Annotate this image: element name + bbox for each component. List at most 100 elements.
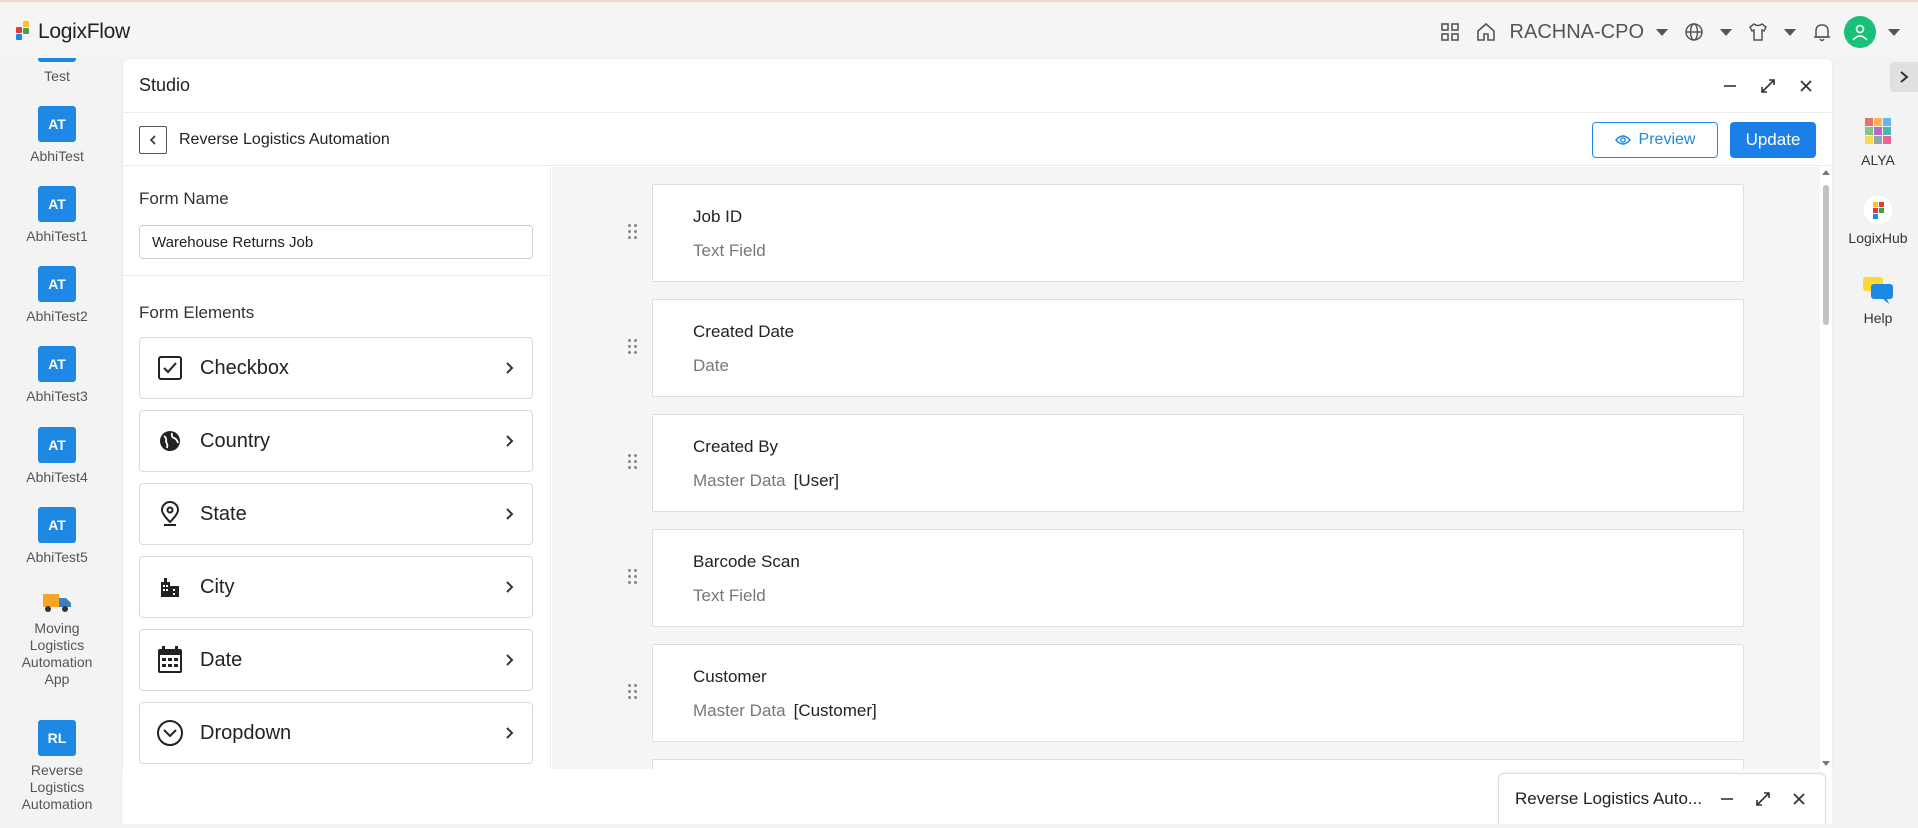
- rail-item-alya[interactable]: ALYA: [1838, 114, 1918, 168]
- field-title: Created By: [693, 437, 779, 456]
- location-pin-icon: [156, 500, 184, 528]
- eye-icon: [1614, 134, 1631, 145]
- chat-bubbles-icon: [1838, 274, 1918, 306]
- close-icon[interactable]: [1796, 76, 1816, 96]
- drag-handle-icon[interactable]: [628, 684, 640, 700]
- calendar-icon: [156, 646, 184, 674]
- rail-badge: AT: [38, 266, 76, 302]
- rail-item-abhitest2[interactable]: AT AbhiTest2: [0, 266, 114, 325]
- tenant-caret-icon[interactable]: [1656, 28, 1668, 36]
- user-avatar[interactable]: [1844, 16, 1876, 48]
- minimized-window-tab[interactable]: Reverse Logistics Auto...: [1498, 773, 1826, 824]
- preview-button[interactable]: Preview: [1592, 121, 1718, 158]
- drag-handle-icon[interactable]: [628, 339, 640, 355]
- minimized-window-title[interactable]: Reverse Logistics Auto...: [1515, 789, 1717, 809]
- rail-item-help[interactable]: Help: [1838, 274, 1918, 326]
- field-type: Text Field: [693, 586, 766, 606]
- brand-logo[interactable]: LogixFlow: [16, 20, 130, 44]
- field-card-created-date[interactable]: Created Date Date: [652, 299, 1744, 397]
- window-controls: [1720, 76, 1816, 96]
- rail-item-label: Test: [44, 68, 70, 84]
- rail-item-abhitest[interactable]: AT AbhiTest: [0, 106, 114, 165]
- user-caret-icon[interactable]: [1888, 28, 1900, 36]
- chevron-right-icon: [502, 361, 516, 375]
- field-title: Created Date: [693, 322, 795, 341]
- update-button[interactable]: Update: [1730, 121, 1816, 158]
- drag-handle-icon[interactable]: [628, 454, 640, 470]
- rail-badge: AT: [38, 427, 76, 463]
- label-line: Logistics: [29, 637, 85, 653]
- theme-caret-icon[interactable]: [1784, 28, 1796, 36]
- home-icon[interactable]: [1472, 18, 1500, 46]
- form-name-input[interactable]: [139, 225, 533, 259]
- alya-cube-icon: [1838, 114, 1918, 148]
- rail-item-label: AbhiTest3: [26, 388, 88, 404]
- element-label: Date: [200, 648, 243, 671]
- element-label: Country: [200, 429, 271, 452]
- rail-item-abhitest3[interactable]: AT AbhiTest3: [0, 346, 114, 405]
- rail-badge: AT: [38, 346, 76, 382]
- rail-badge: AT: [38, 106, 76, 142]
- rail-item-moving-logistics[interactable]: Moving Logistics Automation App: [0, 590, 114, 688]
- element-label: City: [200, 575, 235, 598]
- form-panel: Form Name Form Elements Checkbox Country…: [123, 167, 551, 769]
- apps-grid-icon[interactable]: [1436, 18, 1464, 46]
- field-type: Date: [693, 356, 729, 376]
- chevron-right-icon: [502, 507, 516, 521]
- truck-icon: [38, 590, 76, 616]
- form-name-label: Form Name: [139, 189, 229, 208]
- field-card-created-by[interactable]: Created By Master Data [User]: [652, 414, 1744, 512]
- rail-item-label: LogixHub: [1848, 230, 1908, 246]
- expand-icon[interactable]: [1753, 789, 1773, 809]
- rail-item-logixhub[interactable]: LogixHub: [1838, 194, 1918, 246]
- minimize-icon[interactable]: [1720, 76, 1740, 96]
- element-dropdown[interactable]: Dropdown: [139, 702, 533, 764]
- expand-icon[interactable]: [1758, 76, 1778, 96]
- close-icon[interactable]: [1789, 789, 1809, 809]
- scrollbar-thumb[interactable]: [1823, 185, 1829, 325]
- scroll-down-icon[interactable]: [1822, 759, 1830, 767]
- rail-item-label: AbhiTest5: [26, 549, 88, 565]
- label-line: Automation: [21, 796, 93, 812]
- rail-expand-chevron-icon[interactable]: [1890, 62, 1918, 92]
- form-elements-label: Form Elements: [139, 303, 255, 322]
- form-canvas: Job ID Text Field Created Date Date Crea…: [552, 167, 1832, 769]
- chevron-right-icon: [502, 434, 516, 448]
- scroll-up-icon[interactable]: [1822, 169, 1830, 177]
- rail-item-abhitest4[interactable]: AT AbhiTest4: [0, 427, 114, 486]
- field-card-job-id[interactable]: Job ID Text Field: [652, 184, 1744, 282]
- label-line: Moving: [34, 620, 80, 636]
- element-state[interactable]: State: [139, 483, 533, 545]
- rail-item-abhitest1[interactable]: AT AbhiTest1: [0, 186, 114, 245]
- language-caret-icon[interactable]: [1720, 28, 1732, 36]
- tenant-name[interactable]: RACHNA-CPO: [1510, 21, 1644, 44]
- divider: [123, 275, 550, 276]
- bell-icon[interactable]: [1808, 18, 1836, 46]
- rail-item-label: Moving Logistics Automation App: [0, 620, 114, 688]
- rail-item-label: AbhiTest2: [26, 308, 88, 324]
- chevron-left-icon: [149, 134, 156, 145]
- globe-language-icon[interactable]: [1680, 18, 1708, 46]
- label-line: App: [44, 671, 70, 687]
- element-checkbox[interactable]: Checkbox: [139, 337, 533, 399]
- minimize-icon[interactable]: [1717, 789, 1737, 809]
- rail-item-label: AbhiTest1: [26, 228, 88, 244]
- field-card-barcode-scan[interactable]: Barcode Scan Text Field: [652, 529, 1744, 627]
- element-date[interactable]: Date: [139, 629, 533, 691]
- field-card-partial[interactable]: [652, 759, 1744, 769]
- rail-item-abhitest5[interactable]: AT AbhiTest5: [0, 507, 114, 566]
- back-button[interactable]: [139, 125, 167, 154]
- field-type-label: Master Data: [693, 471, 786, 490]
- rail-item-label: Help: [1863, 310, 1893, 326]
- element-city[interactable]: City: [139, 556, 533, 618]
- app-name: Reverse Logistics Automation: [179, 130, 390, 148]
- theme-shirt-icon[interactable]: [1744, 18, 1772, 46]
- drag-handle-icon[interactable]: [628, 224, 640, 240]
- rail-item-reverse-logistics[interactable]: RL Reverse Logistics Automation: [0, 720, 114, 813]
- element-country[interactable]: Country: [139, 410, 533, 472]
- drag-handle-icon[interactable]: [628, 569, 640, 585]
- field-card-customer[interactable]: Customer Master Data [Customer]: [652, 644, 1744, 742]
- rail-item-test[interactable]: Test: [0, 58, 114, 85]
- canvas-scrollbar[interactable]: [1820, 167, 1832, 769]
- logixflow-logo-icon: [16, 21, 32, 43]
